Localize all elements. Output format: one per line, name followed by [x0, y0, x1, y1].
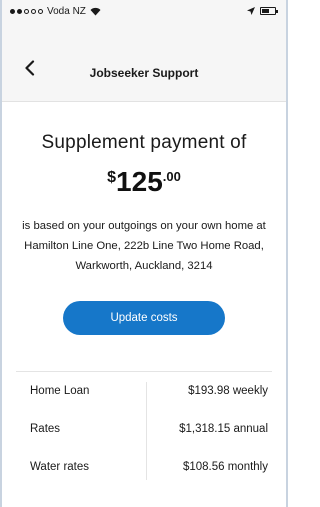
status-bar: Voda NZ — [2, 0, 286, 22]
costs-table: Home Loan $193.98 weekly Rates $1,318.15… — [16, 372, 272, 486]
supplement-description: is based on your outgoings on your own h… — [22, 220, 266, 272]
supplement-amount: $125.00 — [2, 168, 286, 196]
cost-value: $108.56 monthly — [182, 461, 268, 473]
cost-label: Rates — [30, 423, 61, 435]
cost-value: $193.98 weekly — [188, 385, 268, 397]
status-left: Voda NZ — [10, 6, 101, 17]
signal-strength-icon — [10, 8, 43, 14]
location-arrow-icon — [247, 7, 255, 15]
amount-main: 125 — [116, 166, 163, 197]
column-divider — [146, 382, 147, 480]
status-right — [247, 7, 278, 15]
cost-value: $1,318.15 annual — [179, 423, 268, 435]
amount-cents: .00 — [162, 169, 181, 184]
update-costs-button[interactable]: Update costs — [63, 301, 225, 335]
main-content: Supplement payment of $125.00 is based o… — [2, 102, 286, 507]
amount-currency: $ — [107, 169, 117, 186]
phone-screen: Voda NZ Jobseeker Support Supplement pay… — [0, 0, 288, 507]
cost-row: Rates $1,318.15 annual — [16, 410, 272, 448]
carrier-name: Voda NZ — [47, 5, 86, 17]
wifi-icon — [90, 7, 101, 15]
cost-row: Home Loan $193.98 weekly — [16, 372, 272, 410]
nav-header: Jobseeker Support — [2, 22, 286, 102]
update-costs-wrapper: Update costs — [2, 301, 286, 335]
cost-label: Home Loan — [30, 385, 90, 397]
page-title: Jobseeker Support — [89, 66, 199, 80]
battery-icon — [260, 7, 278, 15]
cost-label: Water rates — [30, 461, 90, 473]
cost-row: Water rates $108.56 monthly — [16, 448, 272, 486]
supplement-headline: Supplement payment of — [41, 132, 247, 153]
